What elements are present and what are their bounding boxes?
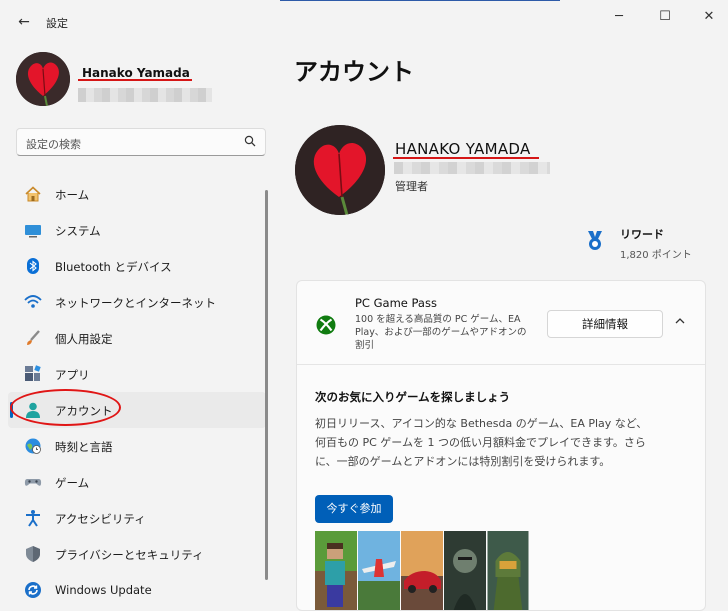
bluetooth-icon	[24, 257, 42, 275]
sidebar-item-label: Bluetooth とデバイス	[55, 260, 172, 274]
back-arrow-icon[interactable]: ←	[14, 12, 34, 32]
annotation-underline	[393, 157, 539, 159]
join-now-button[interactable]: 今すぐ参加	[315, 495, 393, 523]
account-avatar	[295, 125, 385, 215]
title-bar: ← 設定 ─ ☐ ✕	[0, 0, 728, 40]
game-pass-header[interactable]: PC Game Pass 100 を超える高品質の PC ゲーム、EA Play…	[297, 281, 705, 365]
globe-icon	[24, 437, 42, 455]
game-tile-halo	[487, 531, 529, 610]
search-placeholder: 設定の検索	[26, 138, 81, 151]
sidebar-item-label: ホーム	[55, 188, 90, 202]
page-title: アカウント	[294, 58, 414, 86]
sidebar-item-label: プライバシーとセキュリティ	[55, 548, 204, 562]
apps-icon	[24, 365, 42, 383]
game-pass-card: PC Game Pass 100 を超える高品質の PC ゲーム、EA Play…	[296, 280, 706, 611]
sidebar-item-bluetooth[interactable]: Bluetooth とデバイス	[8, 248, 266, 284]
sidebar-item-privacy[interactable]: プライバシーとセキュリティ	[8, 536, 266, 572]
account-email-redacted	[394, 162, 550, 174]
shield-icon	[24, 545, 42, 563]
game-tile-forza	[401, 531, 443, 610]
promo-body: 初日リリース、アイコン的な Bethesda のゲーム、EA Play など、何…	[315, 417, 648, 468]
annotation-underline	[78, 79, 192, 81]
sidebar-item-label: 個人用設定	[55, 332, 113, 346]
chevron-up-icon[interactable]	[672, 315, 688, 331]
sidebar-item-label: アプリ	[55, 368, 90, 382]
sidebar-item-label: 時刻と言語	[55, 440, 113, 454]
sidebar-item-system[interactable]: システム	[8, 212, 266, 248]
xbox-icon	[316, 315, 336, 335]
account-name: HANAKO YAMADA	[395, 140, 531, 158]
sidebar-item-accessibility[interactable]: アクセシビリティ	[8, 500, 266, 536]
accessibility-icon	[24, 509, 42, 527]
account-role: 管理者	[395, 180, 428, 193]
annotation-circle	[10, 389, 121, 426]
profile-email-redacted	[78, 88, 212, 102]
details-button[interactable]: 詳細情報	[547, 310, 663, 338]
sidebar-item-label: アクセシビリティ	[55, 512, 146, 526]
minimize-button[interactable]: ─	[604, 6, 634, 28]
sidebar-item-label: Windows Update	[55, 583, 152, 597]
close-button[interactable]: ✕	[694, 6, 724, 28]
sidebar-item-label: システム	[55, 224, 101, 238]
sidebar-item-time-language[interactable]: 時刻と言語	[8, 428, 266, 464]
avatar	[16, 52, 70, 106]
system-icon	[24, 221, 42, 239]
home-icon	[24, 185, 42, 203]
search-input[interactable]: 設定の検索	[16, 128, 266, 156]
sidebar-item-label: ネットワークとインターネット	[55, 296, 216, 310]
game-artwork-strip	[315, 531, 529, 610]
sidebar-item-personalization[interactable]: 個人用設定	[8, 320, 266, 356]
sidebar-item-gaming[interactable]: ゲーム	[8, 464, 266, 500]
maximize-button[interactable]: ☐	[650, 6, 680, 28]
sidebar-scrollbar[interactable]	[265, 190, 268, 580]
game-pass-title: PC Game Pass	[355, 296, 437, 310]
rewards-points: 1,820 ポイント	[620, 250, 692, 261]
app-title: 設定	[46, 17, 68, 30]
update-icon	[24, 581, 42, 599]
rewards-title[interactable]: リワード	[620, 226, 664, 242]
search-icon[interactable]	[243, 135, 257, 149]
rewards-medal-icon	[585, 230, 605, 252]
gamepad-icon	[24, 473, 42, 491]
game-tile-hellblade	[444, 531, 486, 610]
game-tile-flight-simulator	[358, 531, 400, 610]
sidebar-item-network[interactable]: ネットワークとインターネット	[8, 284, 266, 320]
sidebar-item-windows-update[interactable]: Windows Update	[8, 572, 266, 608]
brush-icon	[24, 329, 42, 347]
game-pass-description: 100 を超える高品質の PC ゲーム、EA Play、および一部のゲームやアド…	[355, 314, 527, 351]
sidebar-item-label: ゲーム	[55, 476, 90, 490]
sidebar-item-apps[interactable]: アプリ	[8, 356, 266, 392]
profile-name: Hanako Yamada	[82, 66, 190, 80]
wifi-icon	[24, 293, 42, 311]
game-tile-minecraft	[315, 531, 357, 610]
promo-title: 次のお気に入りゲームを探しましょう	[315, 390, 511, 404]
sidebar-item-home[interactable]: ホーム	[8, 176, 266, 212]
